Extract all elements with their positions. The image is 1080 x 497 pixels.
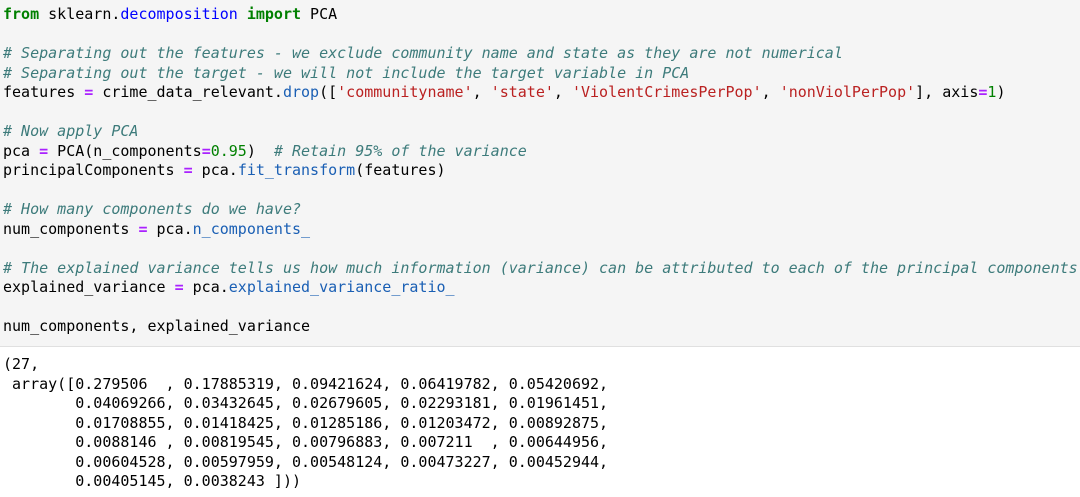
code-token: ([ [319,83,338,101]
code-line: num_components, explained_variance [0,317,1080,337]
code-token: fit_transform [237,161,356,179]
code-token: # Separating out the features - we exclu… [3,44,843,62]
code-token: n_components_ [192,219,311,238]
code-line: features = crime_data_relevant.drop(['co… [0,83,1080,103]
code-token: 'nonViolPerPop' [779,83,916,101]
code-token: PCA [301,5,338,23]
code-token: , [761,83,780,101]
code-token: ) [246,141,274,160]
code-token: # The explained variance tells us how mu… [3,258,1078,277]
code-token: = [138,219,148,238]
code-token: = [183,161,193,179]
code-token: = [84,83,94,101]
code-token: pca [3,141,40,160]
output-line: 0.04069266, 0.03432645, 0.02679605, 0.02… [3,394,609,412]
output-line: 0.01708855, 0.01418425, 0.01285186, 0.01… [3,413,609,432]
code-token: # How many components do we have? [3,200,302,218]
code-line: # The explained variance tells us how mu… [0,259,1080,279]
code-line: from sklearn.decomposition import PCA [0,5,1080,25]
code-line: num_components = pca.n_components_ [0,220,1080,240]
code-input-cell[interactable]: from sklearn.decomposition import PCA # S… [0,0,1080,347]
code-token: features [3,83,85,101]
code-token: = [39,141,49,160]
output-line: (27, [3,355,40,373]
code-token: # Retain 95% of the variance [273,141,527,160]
code-token: = [201,141,211,160]
code-token: pca. [192,161,238,179]
output-line: array([0.279506 , 0.17885319, 0.09421624… [3,374,609,393]
code-token: principalComponents [3,161,184,179]
code-token: (features) [355,161,446,179]
code-token: 'state' [490,83,554,101]
code-token: PCA(n_components [48,141,202,160]
code-token: = [174,278,184,296]
output-line: 0.00405145, 0.0038243 ])) [3,472,302,490]
code-token: sklearn. [48,5,121,23]
code-line: # Now apply PCA [0,122,1080,142]
code-token: from [3,5,40,23]
code-line: principalComponents = pca.fit_transform(… [0,161,1080,181]
code-token: pca. [183,278,229,296]
code-token: # Separating out the target - we will no… [3,63,690,82]
code-token: num_components, explained_variance [3,317,311,335]
code-token: ], axis [915,83,979,101]
code-token: crime_data_relevant. [93,83,283,101]
code-token: , [553,83,572,101]
code-token: ) [996,83,1006,101]
code-token: explained_variance_ratio_ [228,278,455,296]
code-token: 0.95 [210,141,247,160]
code-token: pca. [147,219,193,238]
code-line: explained_variance = pca.explained_varia… [0,278,1080,298]
code-line: # Separating out the features - we exclu… [0,44,1080,64]
code-token: decomposition [120,5,238,23]
code-token: # Now apply PCA [3,122,139,140]
output-line: 0.0088146 , 0.00819545, 0.00796883, 0.00… [3,433,609,451]
code-token: import [246,5,302,23]
code-line: pca = PCA(n_components=0.95) # Retain 95… [0,142,1080,162]
code-token: num_components [3,219,139,238]
output-line: 0.00604528, 0.00597959, 0.00548124, 0.00… [3,452,609,471]
code-line: # Separating out the target - we will no… [0,64,1080,84]
code-token: drop [282,83,320,101]
code-token: explained_variance [3,278,175,296]
notebook: from sklearn.decomposition import PCA # S… [0,0,1080,497]
code-line: # How many components do we have? [0,200,1080,220]
code-output-cell: (27, array([0.279506 , 0.17885319, 0.094… [0,347,1080,497]
code-token: , [472,83,491,101]
code-token: 'ViolentCrimesPerPop' [571,83,762,101]
code-token: 'communityname' [337,83,473,101]
